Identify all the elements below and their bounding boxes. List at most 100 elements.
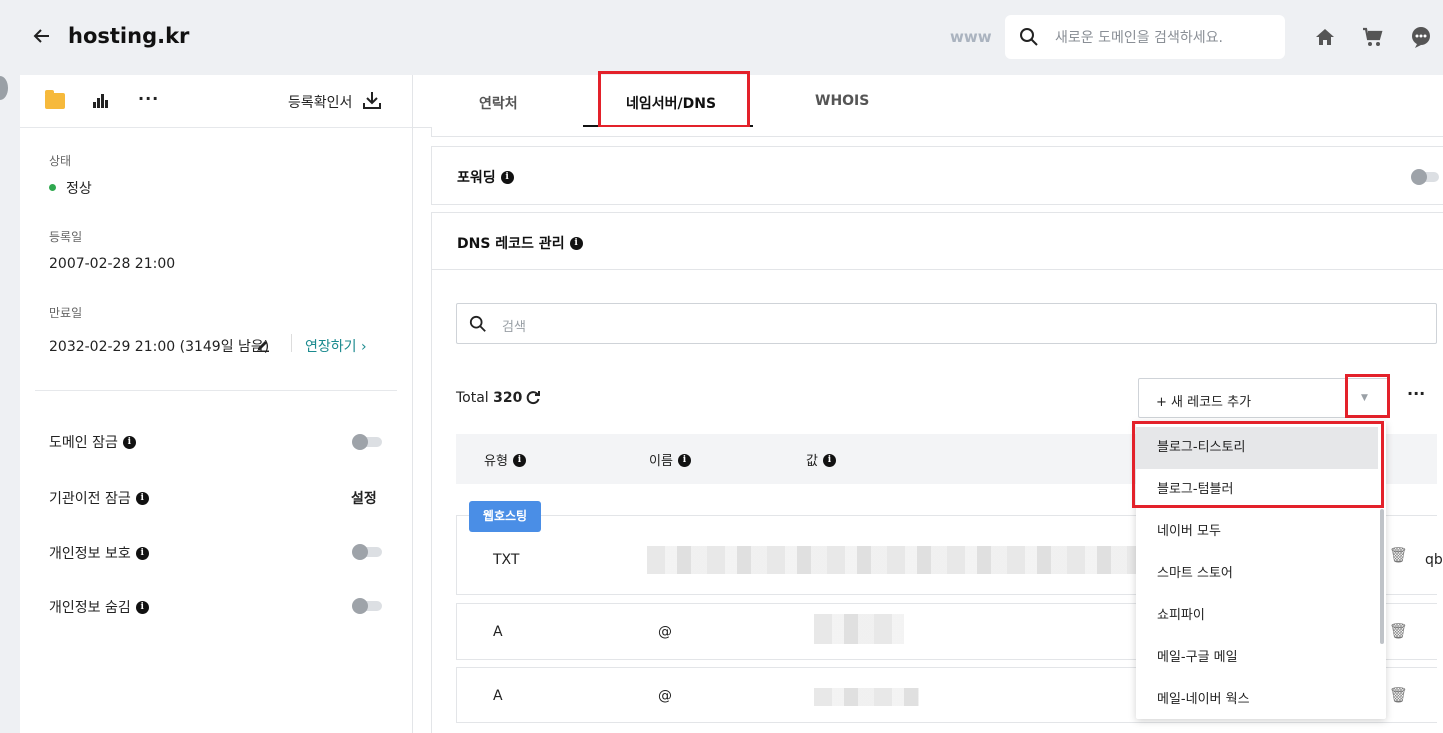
privacy-protect-toggle[interactable] [352, 544, 382, 560]
redacted-value [814, 614, 904, 644]
info-icon[interactable]: i [122, 435, 136, 449]
domain-search-input[interactable]: 새로운 도메인을 검색하세요. [1005, 15, 1285, 59]
dropdown-item-naver-modoo[interactable]: 네이버 모두 [1136, 511, 1378, 553]
transfer-lock-setting-button[interactable]: 설정 [351, 488, 377, 508]
support-chat-icon[interactable] [1409, 25, 1433, 49]
domain-info-panel: ··· 등록확인서 상태 정상 등록일 2007-02-28 21:00 만료일… [20, 75, 413, 733]
search-icon [469, 315, 487, 337]
privacy-protect-text: 개인정보 보호 [49, 546, 131, 562]
back-arrow-icon[interactable] [32, 26, 52, 51]
registration-cert-link[interactable]: 등록확인서 [288, 92, 352, 112]
top-bar: hosting.kr www 새로운 도메인을 검색하세요. [0, 0, 1443, 75]
info-icon[interactable]: i [512, 454, 526, 467]
search-icon [1019, 27, 1039, 51]
highlight-box [598, 71, 750, 128]
column-name: 이름 i [649, 450, 691, 469]
record-name: @ [658, 688, 672, 704]
status-dot-icon [49, 183, 56, 191]
info-icon[interactable]: i [135, 600, 149, 614]
record-type: A [493, 624, 503, 640]
record-name: @ [658, 624, 672, 640]
tab-contacts[interactable]: 연락처 [479, 93, 518, 113]
column-name-text: 이름 [649, 454, 673, 469]
domain-lock-toggle[interactable] [352, 434, 382, 450]
privacy-hide-text: 개인정보 숨김 [49, 600, 131, 616]
refresh-icon[interactable] [525, 389, 541, 409]
page-title: hosting.kr [68, 24, 190, 48]
www-label: www [950, 28, 992, 46]
cart-icon[interactable] [1361, 25, 1385, 49]
total-label: Total [456, 390, 489, 406]
search-placeholder: 새로운 도메인을 검색하세요. [1055, 30, 1223, 46]
column-value-text: 값 [806, 454, 818, 469]
privacy-protect-label: 개인정보 보호 i [49, 543, 149, 563]
divider [35, 390, 397, 391]
webhosting-badge: 웹호스팅 [469, 501, 541, 532]
dropdown-scrollbar[interactable] [1380, 509, 1384, 644]
privacy-hide-label: 개인정보 숨김 i [49, 597, 149, 617]
dropdown-item-gmail[interactable]: 메일-구글 메일 [1136, 637, 1378, 679]
redacted-value [647, 546, 1137, 574]
tab-bar: 연락처 네임서버/DNS WHOIS [413, 75, 1443, 128]
download-icon[interactable] [362, 90, 382, 114]
column-type-text: 유형 [484, 454, 508, 469]
forwarding-title: 포워딩 i [457, 167, 514, 187]
more-options-icon[interactable]: ··· [138, 89, 159, 108]
dropdown-item-smartstore[interactable]: 스마트 스토어 [1136, 553, 1378, 595]
highlight-box [1132, 421, 1384, 508]
info-icon[interactable]: i [500, 170, 514, 184]
dns-search-placeholder: 검색 [502, 320, 526, 335]
column-type: 유형 i [484, 450, 526, 469]
forwarding-card: 포워딩 i [431, 146, 1443, 205]
highlight-box [1345, 374, 1390, 418]
edit-icon[interactable] [256, 337, 270, 356]
exp-date-label: 만료일 [49, 306, 83, 320]
transfer-lock-label: 기관이전 잠금 i [49, 488, 149, 508]
panel-toolbar: ··· 등록확인서 [20, 75, 412, 128]
forwarding-toggle[interactable] [1411, 169, 1439, 185]
add-record-label: + 새 레코드 추가 [1156, 395, 1252, 410]
scroll-indicator [0, 76, 8, 100]
total-count: Total 320 [456, 390, 522, 406]
extend-label: 연장하기 [305, 339, 357, 355]
record-type: A [493, 688, 503, 704]
stats-icon[interactable] [93, 94, 109, 108]
dns-title: DNS 레코드 관리 i [457, 233, 583, 253]
chevron-right-icon: › [360, 339, 367, 355]
folder-icon[interactable] [45, 90, 65, 109]
info-icon[interactable]: i [135, 546, 149, 560]
column-value: 값i [806, 450, 836, 469]
total-number: 320 [493, 390, 523, 406]
dropdown-item-shopify[interactable]: 쇼피파이 [1136, 595, 1378, 637]
extend-link[interactable]: 연장하기 › [305, 336, 367, 356]
transfer-lock-text: 기관이전 잠금 [49, 491, 131, 507]
divider [291, 334, 292, 352]
info-icon[interactable]: i [135, 491, 149, 505]
divider [432, 269, 1443, 270]
reg-date-label: 등록일 [49, 230, 83, 244]
info-icon[interactable]: i [677, 454, 691, 467]
record-value-tail: qbWuCEv [1425, 552, 1443, 568]
privacy-hide-toggle[interactable] [352, 598, 382, 614]
info-icon[interactable]: i [822, 454, 836, 467]
exp-date-value: 2032-02-29 21:00 (3149일 남음) [49, 339, 270, 355]
delete-icon[interactable]: 🗑 [1389, 622, 1408, 640]
home-icon[interactable] [1313, 25, 1337, 49]
dns-title-text: DNS 레코드 관리 [457, 236, 565, 252]
info-icon[interactable]: i [569, 236, 583, 250]
status-text: 정상 [66, 181, 92, 197]
delete-icon[interactable]: 🗑 [1389, 546, 1408, 564]
forwarding-title-text: 포워딩 [457, 170, 496, 186]
record-type: TXT [493, 552, 520, 568]
domain-lock-text: 도메인 잠금 [49, 435, 118, 451]
more-options-icon[interactable]: ··· [1407, 384, 1425, 403]
dropdown-item-naver-works[interactable]: 메일-네이버 웍스 [1136, 679, 1378, 719]
delete-icon[interactable]: 🗑 [1389, 686, 1408, 704]
tab-whois[interactable]: WHOIS [815, 93, 869, 109]
redacted-value [814, 688, 919, 706]
dns-search-input[interactable]: 검색 [456, 303, 1437, 344]
domain-lock-label: 도메인 잠금 i [49, 432, 136, 452]
previous-card-edge [431, 127, 1443, 137]
status-value: 정상 [49, 178, 92, 198]
reg-date-value: 2007-02-28 21:00 [49, 256, 176, 272]
